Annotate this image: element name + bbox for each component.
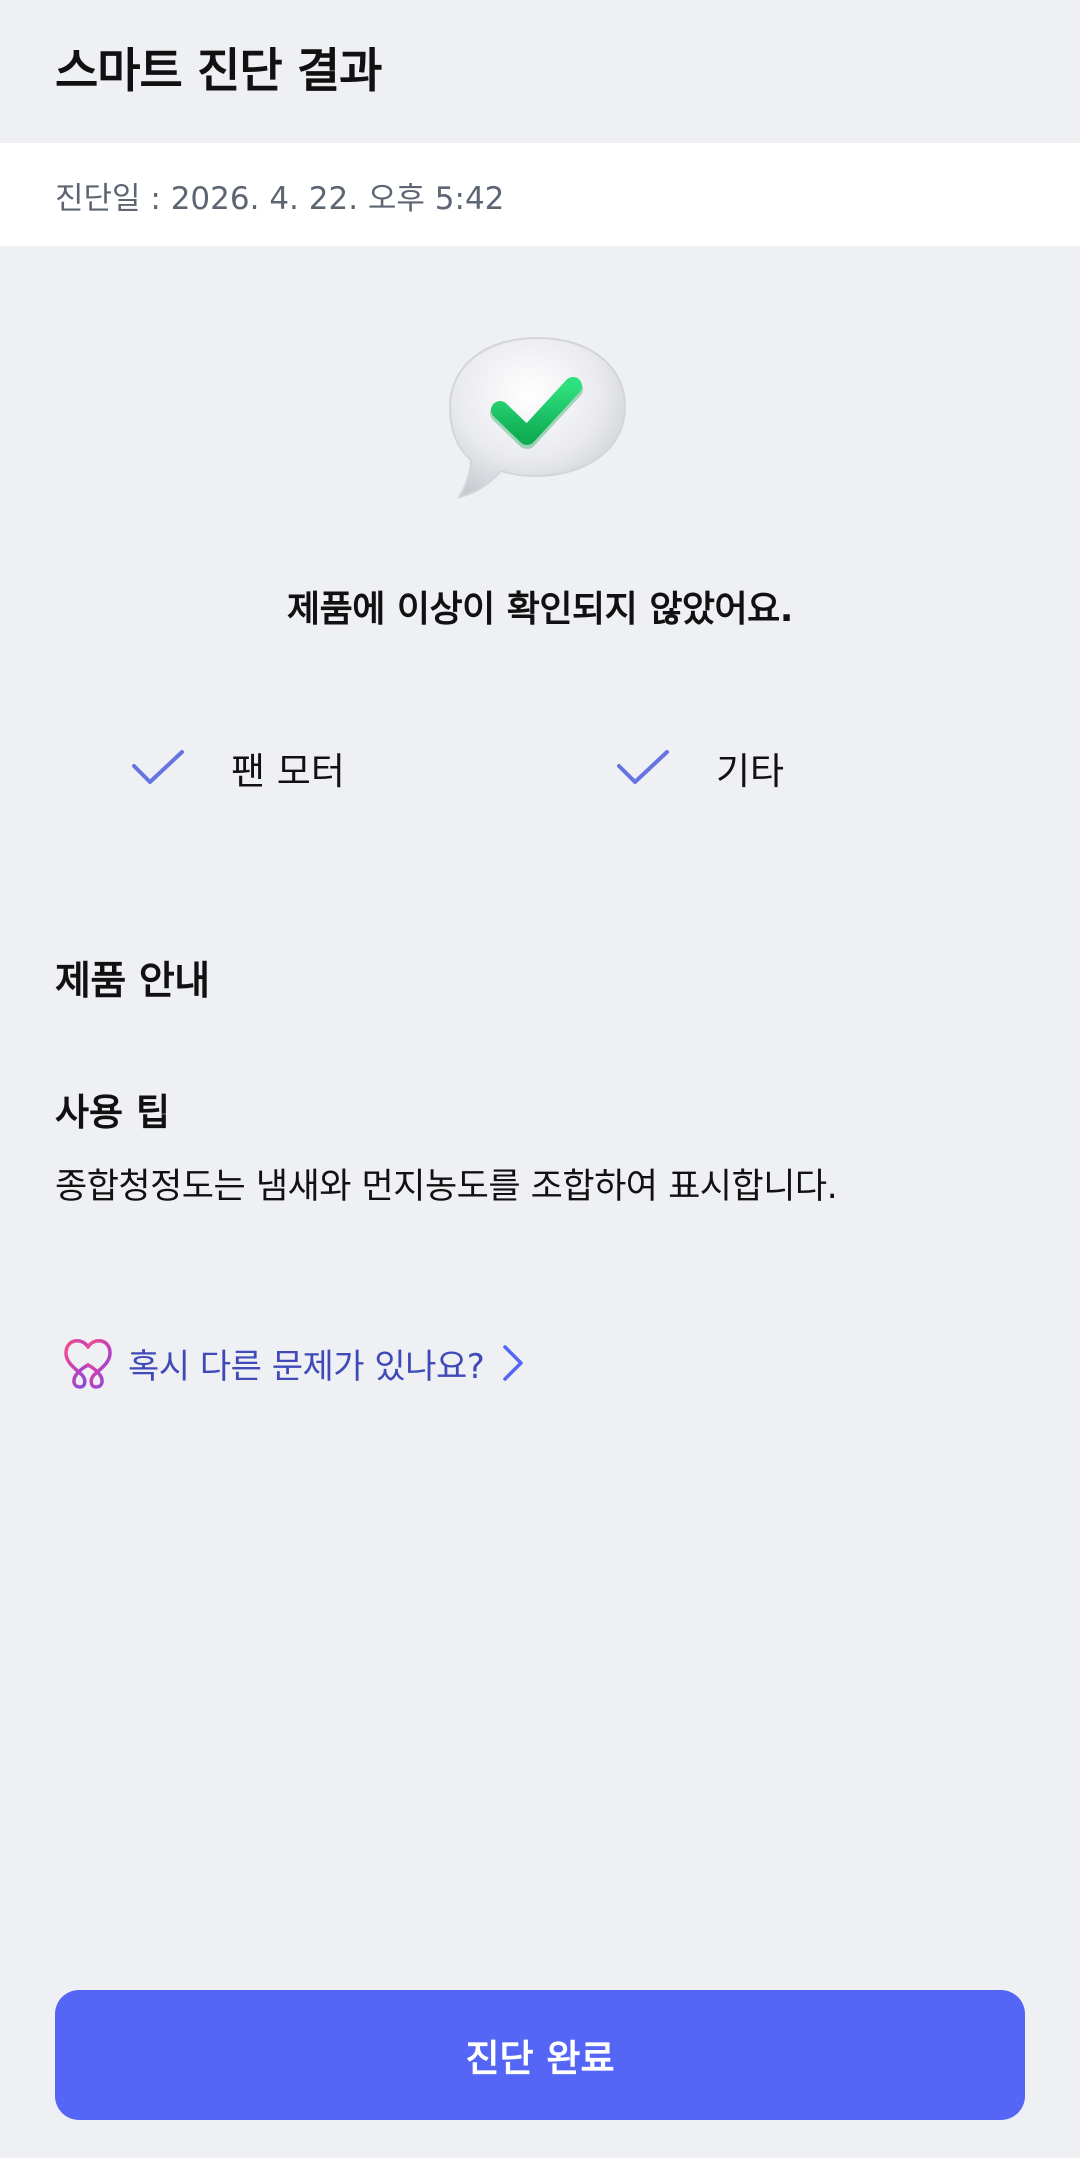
diagnosis-date-bar: 진단일 : 2026. 4. 22. 오후 5:42 bbox=[0, 143, 1080, 246]
chevron-right-icon bbox=[503, 1345, 524, 1381]
header: 스마트 진단 결과 bbox=[0, 0, 1080, 143]
check-item-label: 팬 모터 bbox=[231, 750, 345, 793]
heart-logo-icon bbox=[64, 1339, 112, 1389]
complete-diagnosis-button[interactable]: 진단 완료 bbox=[55, 1990, 1025, 2120]
page-title: 스마트 진단 결과 bbox=[55, 44, 382, 99]
result-message: 제품에 이상이 확인되지 않았어요. bbox=[287, 589, 793, 630]
check-item-label: 기타 bbox=[716, 750, 785, 793]
product-info-title: 제품 안내 bbox=[55, 959, 210, 1004]
other-problem-label: 혹시 다른 문제가 있나요? bbox=[128, 1346, 485, 1387]
diagnosis-date: 진단일 : 2026. 4. 22. 오후 5:42 bbox=[55, 181, 505, 217]
other-problem-link[interactable]: 혹시 다른 문제가 있나요? bbox=[60, 1335, 526, 1391]
usage-tip-title: 사용 팁 bbox=[55, 1091, 171, 1134]
checkmark-icon bbox=[132, 750, 184, 784]
speech-bubble-check-icon bbox=[448, 336, 627, 499]
usage-tip-text: 종합청정도는 냄새와 먼지농도를 조합하여 표시합니다. bbox=[55, 1167, 838, 1207]
check-item-other: 기타 bbox=[615, 740, 784, 796]
smart-diagnosis-result-screen: 스마트 진단 결과 진단일 : 2026. 4. 22. 오후 5:42 제품에… bbox=[0, 0, 1080, 2158]
checkmark-icon bbox=[617, 750, 669, 784]
check-item-fan-motor: 팬 모터 bbox=[130, 740, 345, 796]
